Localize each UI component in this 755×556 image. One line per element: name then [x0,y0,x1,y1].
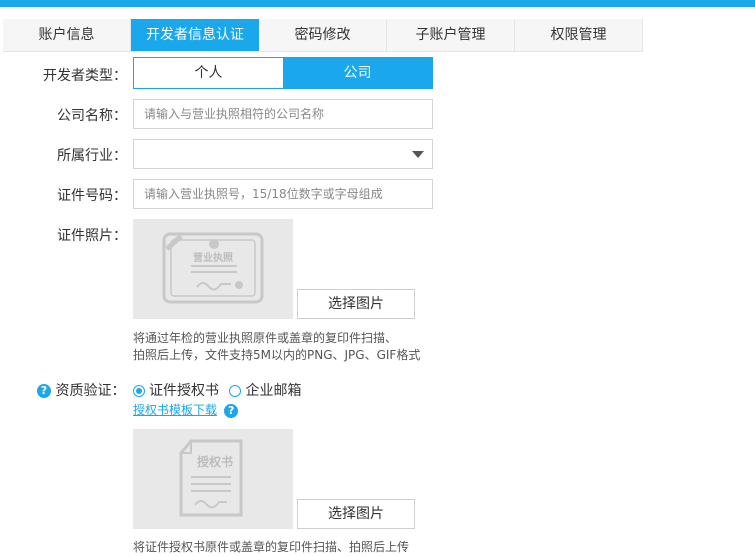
chevron-down-icon [412,151,424,158]
business-license-preview: 营业执照 [133,219,293,319]
qualification-label: 资质验证： [55,383,126,399]
tab-developer-verification[interactable]: 开发者信息认证 [131,19,259,51]
developer-type-toggle: 个人 公司 [133,57,433,89]
industry-select[interactable] [133,139,433,169]
qualification-option-authorization[interactable]: 证件授权书 [133,383,223,399]
cert-number-input[interactable] [133,179,433,209]
authorization-option-label: 证件授权书 [149,383,219,399]
company-name-input[interactable] [133,99,433,129]
template-download-link[interactable]: 授权书模板下载 [133,403,217,417]
authorization-doc-text: 授权书 [197,455,234,469]
license-stamp-text: 营业执照 [193,253,233,264]
tab-bar: 账户信息 开发者信息认证 密码修改 子账户管理 权限管理 [3,19,643,52]
top-accent-bar [0,0,755,7]
authorization-hint-line: 将证件授权书原件或盖章的复印件扫描、拍照后上传 [133,540,410,554]
company-name-label: 公司名称： [57,108,127,124]
qualification-option-email[interactable]: 企业邮箱 [229,383,301,399]
developer-type-label: 开发者类型： [43,68,127,84]
help-icon[interactable]: ? [37,384,51,398]
cert-number-label: 证件号码： [57,188,127,204]
authorization-doc-preview: 授权书 [133,429,293,529]
authorization-doc-icon [179,439,243,517]
template-download-row: 授权书模板下载 ? [133,401,239,418]
tab-permissions[interactable]: 权限管理 [515,19,643,51]
select-license-image-button[interactable]: 选择图片 [297,289,415,319]
qualification-label-group: ? 资质验证： [37,380,125,400]
license-hint-line-2: 拍照后上传，文件支持5M以内的PNG、JPG、GIF格式 [133,348,421,362]
select-authorization-image-button[interactable]: 选择图片 [297,499,415,529]
email-option-label: 企业邮箱 [245,383,302,399]
developer-type-personal-option[interactable]: 个人 [134,58,283,88]
radio-checked-icon [133,385,145,397]
developer-type-company-option[interactable]: 公司 [283,58,432,88]
help-icon[interactable]: ? [224,403,239,418]
tab-account-info[interactable]: 账户信息 [3,19,131,51]
industry-label: 所属行业： [57,148,127,164]
tab-password-change[interactable]: 密码修改 [259,19,387,51]
license-hint-line-1: 将通过年检的营业执照原件或盖章的复印件扫描、 [133,331,398,345]
business-license-icon [162,232,264,304]
tab-sub-accounts[interactable]: 子账户管理 [387,19,515,51]
qualification-options: 证件授权书 企业邮箱 [133,380,301,400]
cert-photo-label: 证件照片： [57,228,127,244]
radio-unchecked-icon [229,385,242,397]
